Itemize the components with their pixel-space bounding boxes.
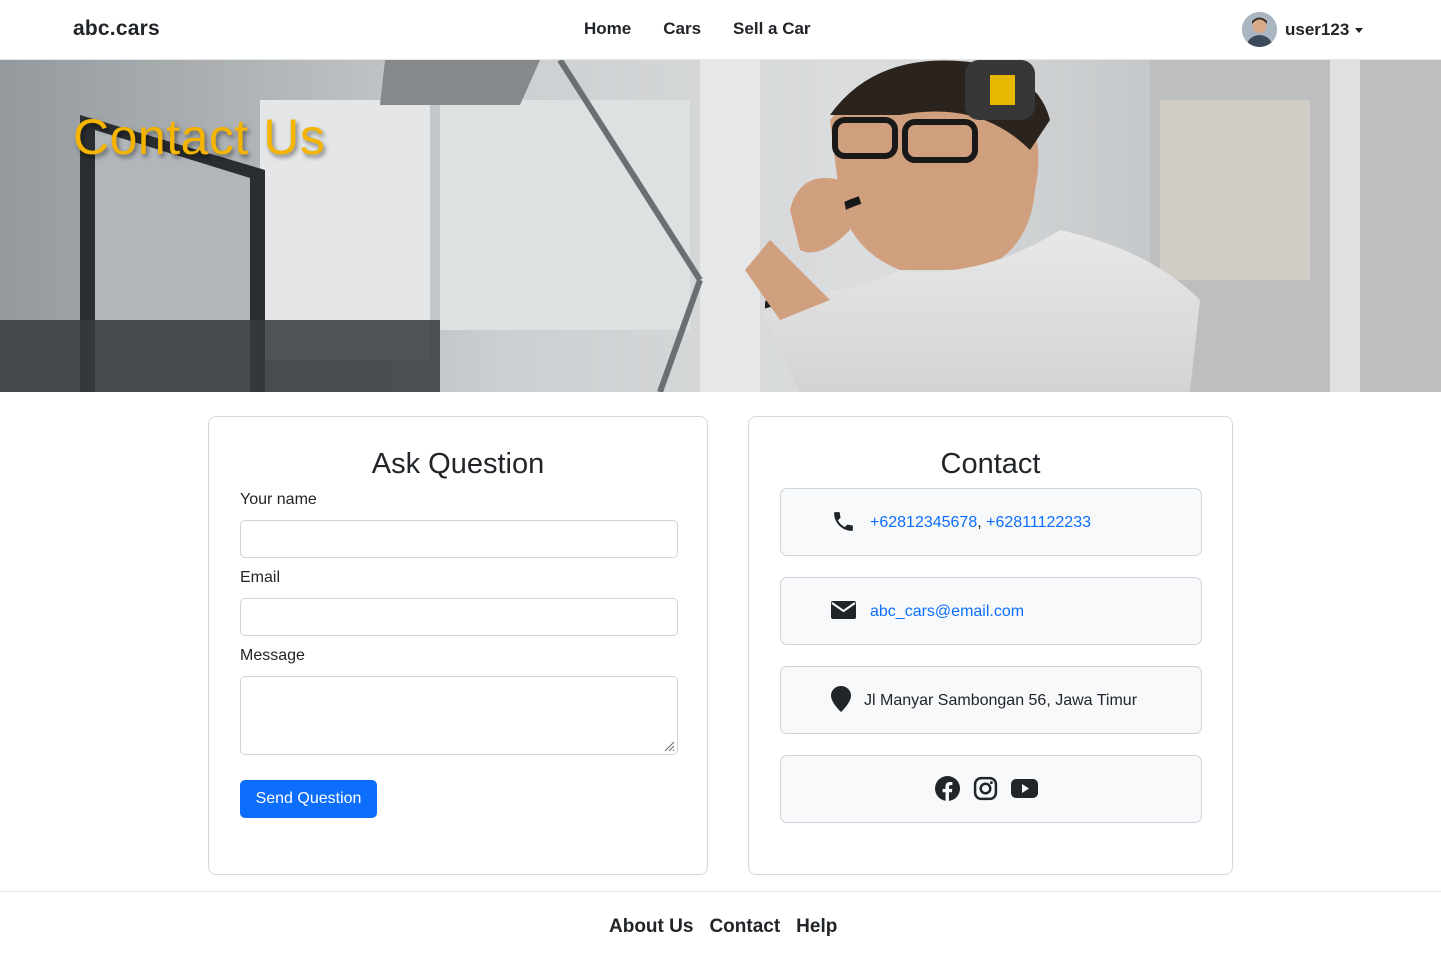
phone-link-2[interactable]: +62811122233 [986, 514, 1091, 531]
phone-icon [831, 509, 856, 539]
phone-info-box: +62812345678, +62811122233 [780, 488, 1202, 556]
resize-handle-icon[interactable] [663, 740, 675, 752]
youtube-icon[interactable] [1011, 776, 1038, 801]
message-label: Message [240, 647, 305, 664]
top-navbar: abc.cars Home Cars Sell a Car user123 [0, 0, 1441, 60]
avatar [1242, 12, 1277, 47]
ask-question-card: Ask Question Your name Email Message Sen… [208, 416, 708, 875]
chevron-down-icon [1355, 28, 1364, 33]
social-info-box [780, 755, 1202, 823]
facebook-icon[interactable] [935, 776, 960, 801]
your-name-input[interactable] [240, 520, 678, 558]
social-links [935, 776, 1038, 801]
email-info-box: abc_cars@email.com [780, 577, 1202, 645]
contact-card: Contact +62812345678, +62811122233 abc_c… [748, 416, 1233, 875]
footer-link-contact[interactable]: Contact [709, 916, 780, 938]
envelope-icon [831, 600, 856, 625]
hero-banner: Contact Us [0, 60, 1441, 392]
nav-link-cars[interactable]: Cars [663, 19, 701, 39]
phone-separator: , [977, 514, 982, 531]
email-input[interactable] [240, 598, 678, 636]
main-nav: Home Cars Sell a Car [584, 19, 811, 39]
send-question-button[interactable]: Send Question [240, 780, 377, 818]
user-name: user123 [1285, 19, 1350, 39]
footer-link-about-us[interactable]: About Us [609, 916, 693, 938]
brand-logo[interactable]: abc.cars [73, 17, 160, 41]
nav-link-home[interactable]: Home [584, 19, 631, 39]
message-textarea[interactable] [240, 676, 678, 755]
footer: About Us Contact Help [0, 891, 1441, 965]
user-menu-toggle[interactable]: user123 [1242, 12, 1364, 47]
phone-link-1[interactable]: +62812345678 [870, 514, 977, 531]
email-label: Email [240, 569, 281, 586]
address-info-box: Jl Manyar Sambongan 56, Jawa Timur [780, 666, 1202, 734]
ask-question-title: Ask Question [371, 448, 545, 480]
nav-link-sell-a-car[interactable]: Sell a Car [733, 19, 811, 39]
footer-link-help[interactable]: Help [796, 916, 837, 938]
email-link[interactable]: abc_cars@email.com [870, 603, 1024, 621]
instagram-icon[interactable] [973, 776, 998, 801]
page-title: Contact Us [73, 109, 326, 165]
address-text: Jl Manyar Sambongan 56, Jawa Timur [864, 692, 1138, 709]
contact-title: Contact [940, 448, 1041, 480]
phone-numbers: +62812345678, +62811122233 [870, 514, 1091, 532]
your-name-label: Your name [240, 491, 317, 508]
footer-nav: About Us Contact Help [609, 916, 837, 938]
map-pin-icon [831, 686, 851, 717]
